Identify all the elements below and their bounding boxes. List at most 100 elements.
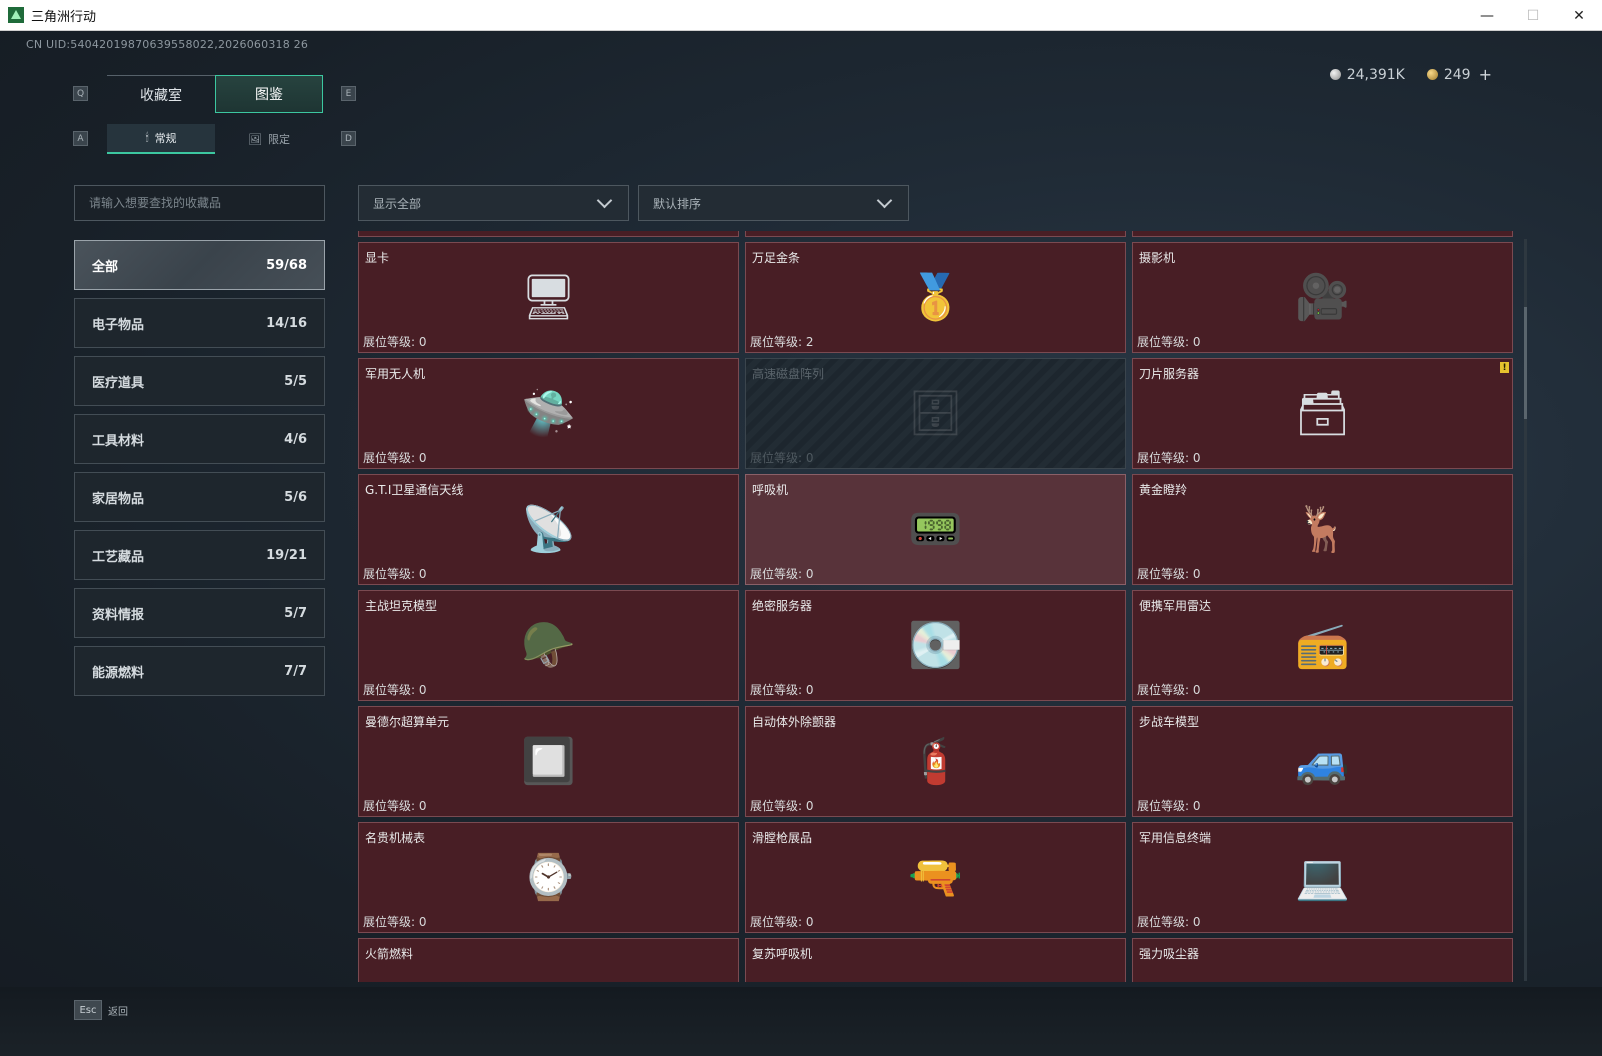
tab-collection-room[interactable]: 收藏室 <box>107 75 215 113</box>
add-currency-button[interactable]: + <box>1479 65 1492 84</box>
category-count: 7/7 <box>284 663 307 679</box>
collection-item-card[interactable]: 刀片服务器 🗃 展位等级: 0! <box>1132 358 1513 469</box>
category-list: 全部 59/68 电子物品 14/16 医疗道具 5/5 工具材料 4/6 家居… <box>74 240 325 704</box>
collection-item-card[interactable]: 黄金瞪羚 🦌 展位等级: 0 <box>1132 474 1513 585</box>
item-name: 摄影机 <box>1139 251 1176 265</box>
silver-coin-icon <box>1329 69 1341 80</box>
item-name: 显卡 <box>365 251 390 265</box>
sub-tabs: 🕯 常规 🖼 限定 <box>107 124 323 154</box>
collection-item-card[interactable]: 滑膛枪展品 🔫 展位等级: 0 <box>745 822 1126 933</box>
category-crafts[interactable]: 工艺藏品 19/21 <box>74 530 325 580</box>
collection-item-card[interactable]: 高速磁盘阵列 🗄 展位等级: 0 <box>745 358 1126 469</box>
silver-amount: 24,391K <box>1346 66 1405 83</box>
item-display-level: 展位等级: 0 <box>750 915 814 929</box>
item-image-icon: 🎥 <box>1295 271 1350 323</box>
item-display-level: 展位等级: 0 <box>363 915 427 929</box>
minimize-button[interactable]: — <box>1464 0 1510 31</box>
close-button[interactable]: ✕ <box>1556 0 1602 31</box>
item-name: 军用信息终端 <box>1139 831 1212 845</box>
item-display-level: 展位等级: 0 <box>363 335 427 349</box>
collection-item-card[interactable]: 步战车模型 🚙 展位等级: 0 <box>1132 706 1513 817</box>
search-input[interactable] <box>74 185 325 221</box>
sort-dropdown[interactable]: 默认排序 <box>638 185 909 221</box>
item-display-level: 展位等级: 0 <box>750 799 814 813</box>
collection-item-card[interactable] <box>1132 231 1513 237</box>
subtab-limited[interactable]: 🖼 限定 <box>215 124 323 154</box>
collection-item-card[interactable]: 复苏呼吸机 <box>745 938 1126 982</box>
item-name: 绝密服务器 <box>752 599 813 613</box>
item-image-icon: 💽 <box>908 619 963 671</box>
item-image-icon: 🥇 <box>908 271 963 323</box>
window-title: 三角洲行动 <box>31 9 97 25</box>
category-count: 19/21 <box>266 547 307 563</box>
item-name: 复苏呼吸机 <box>752 947 813 961</box>
window-controls: — ☐ ✕ <box>1464 0 1602 31</box>
category-energy[interactable]: 能源燃料 7/7 <box>74 646 325 696</box>
item-display-level: 展位等级: 0 <box>750 683 814 697</box>
collection-item-card[interactable]: 便携军用雷达 📻 展位等级: 0 <box>1132 590 1513 701</box>
category-label: 工具材料 <box>92 433 145 449</box>
item-display-level: 展位等级: 0 <box>363 683 427 697</box>
collection-item-card[interactable]: 曼德尔超算单元 🔲 展位等级: 0 <box>358 706 739 817</box>
bottom-bar: Esc 返回 <box>0 987 1602 1056</box>
collection-item-card[interactable]: 火箭燃料 <box>358 938 739 982</box>
uid-text: CN UID:5404201987063955802​2,2026060318 … <box>26 38 309 51</box>
main-tabs: 收藏室 图鉴 <box>107 75 323 113</box>
category-count: 5/7 <box>284 605 307 621</box>
category-medical[interactable]: 医疗道具 5/5 <box>74 356 325 406</box>
collection-item-card[interactable]: 绝密服务器 💽 展位等级: 0 <box>745 590 1126 701</box>
collection-item-card[interactable]: 主战坦克模型 🪖 展位等级: 0 <box>358 590 739 701</box>
category-all[interactable]: 全部 59/68 <box>74 240 325 290</box>
category-count: 5/5 <box>284 373 307 389</box>
category-household[interactable]: 家居物品 5/6 <box>74 472 325 522</box>
grid-scrollbar-thumb[interactable] <box>1524 307 1527 419</box>
item-display-level: 展位等级: 0 <box>1137 335 1201 349</box>
item-display-level: 展位等级: 0 <box>750 567 814 581</box>
collection-item-card[interactable]: 万足金条 🥇 展位等级: 2 <box>745 242 1126 353</box>
collection-item-card[interactable] <box>745 231 1126 237</box>
filter-dropdown[interactable]: 显示全部 <box>358 185 629 221</box>
esc-key: Esc <box>74 1000 102 1020</box>
next-tab-key[interactable]: E <box>341 86 356 101</box>
prev-subtab-key[interactable]: A <box>73 131 88 146</box>
category-intel[interactable]: 资料情报 5/7 <box>74 588 325 638</box>
collection-item-card[interactable]: 显卡 🖥 展位等级: 0 <box>358 242 739 353</box>
collection-item-card[interactable]: 呼吸机 📟 展位等级: 0 <box>745 474 1126 585</box>
window-titlebar: 三角洲行动 — ☐ ✕ <box>0 0 1602 31</box>
next-subtab-key[interactable]: D <box>341 131 356 146</box>
category-electronics[interactable]: 电子物品 14/16 <box>74 298 325 348</box>
back-button[interactable]: Esc 返回 <box>74 1000 128 1020</box>
item-name: 高速磁盘阵列 <box>752 367 825 381</box>
subtab-regular[interactable]: 🕯 常规 <box>107 124 215 154</box>
item-name: 黄金瞪羚 <box>1139 483 1188 497</box>
collection-item-card[interactable]: 名贵机械表 ⌚ 展位等级: 0 <box>358 822 739 933</box>
item-name: 强力吸尘器 <box>1139 947 1200 961</box>
category-label: 资料情报 <box>92 607 145 623</box>
picture-icon: 🖼 <box>248 132 262 146</box>
subtab-limited-label: 限定 <box>267 133 290 146</box>
item-name: 滑膛枪展品 <box>752 831 813 845</box>
collection-item-card[interactable] <box>358 231 739 237</box>
category-count: 59/68 <box>266 257 307 273</box>
item-display-level: 展位等级: 0 <box>1137 451 1201 465</box>
collection-item-card[interactable]: 军用无人机 🛸 展位等级: 0 <box>358 358 739 469</box>
prev-tab-key[interactable]: Q <box>73 86 88 101</box>
category-tools[interactable]: 工具材料 4/6 <box>74 414 325 464</box>
item-image-icon: 🦌 <box>1295 503 1350 555</box>
collection-item-card[interactable]: 强力吸尘器 <box>1132 938 1513 982</box>
item-name: 万足金条 <box>752 251 801 265</box>
chevron-down-icon <box>596 192 613 208</box>
collection-item-card[interactable]: 摄影机 🎥 展位等级: 0 <box>1132 242 1513 353</box>
filter-dropdown-value: 显示全部 <box>373 196 422 211</box>
collection-item-card[interactable]: 军用信息终端 💻 展位等级: 0 <box>1132 822 1513 933</box>
item-name: 主战坦克模型 <box>365 599 438 613</box>
collection-item-card[interactable]: G.T.I卫星通信天线 📡 展位等级: 0 <box>358 474 739 585</box>
tab-catalog[interactable]: 图鉴 <box>215 75 323 113</box>
maximize-button[interactable]: ☐ <box>1510 0 1556 31</box>
item-name: 呼吸机 <box>752 483 789 497</box>
item-image-icon: 🖥 <box>520 271 577 323</box>
item-name: 刀片服务器 <box>1139 367 1200 381</box>
collection-item-card[interactable]: 自动体外除颤器 🧯 展位等级: 0 <box>745 706 1126 817</box>
item-name: G.T.I卫星通信天线 <box>365 483 464 497</box>
item-name: 步战车模型 <box>1139 715 1200 729</box>
